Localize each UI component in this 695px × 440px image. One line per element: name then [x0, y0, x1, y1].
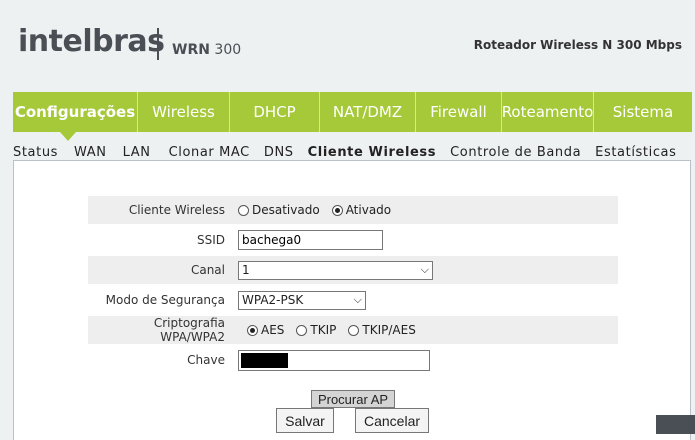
nav-dhcp[interactable]: DHCP	[230, 92, 320, 132]
radio-aes[interactable]: AES	[247, 323, 284, 337]
nav-wireless[interactable]: Wireless	[138, 92, 230, 132]
chevron-down-icon: ⌵	[353, 293, 362, 306]
row-criptografia: Criptografia WPA/WPA2 AES TKIP TKIP/AES	[88, 316, 618, 344]
ssid-input[interactable]	[238, 230, 383, 250]
procurar-ap-button[interactable]: Procurar AP	[311, 390, 395, 408]
radio-tkip-aes[interactable]: TKIP/AES	[348, 323, 416, 337]
subnav-lan[interactable]: LAN	[123, 145, 151, 161]
main-nav: Configurações Wireless DHCP NAT/DMZ Fire…	[13, 92, 692, 132]
radio-off-icon	[296, 324, 308, 336]
modo-seguranca-value: WPA2-PSK	[242, 293, 304, 307]
product-tagline: Roteador Wireless N 300 Mbps	[473, 38, 682, 52]
model-prefix: WRN	[172, 42, 210, 58]
modo-seguranca-select[interactable]: WPA2-PSK ⌵	[238, 290, 366, 310]
sub-nav: Status WAN LAN Clonar MAC DNS Cliente Wi…	[13, 145, 677, 161]
logo-divider	[157, 28, 159, 60]
chevron-down-icon: ⌵	[420, 263, 429, 276]
nav-sistema[interactable]: Sistema	[594, 92, 692, 132]
row-canal: Canal 1 ⌵	[88, 256, 618, 284]
radio-ativado[interactable]: Ativado	[331, 203, 392, 217]
header: intelbras WRN 300 Roteador Wireless N 30…	[0, 0, 695, 90]
nav-nat-dmz[interactable]: NAT/DMZ	[320, 92, 416, 132]
nav-configuracoes[interactable]: Configurações	[13, 92, 138, 132]
row-chave: Chave	[88, 346, 618, 374]
radio-on-icon	[247, 324, 258, 336]
criptografia-label: Criptografia WPA/WPA2	[153, 316, 225, 344]
radio-off-icon	[348, 324, 360, 336]
model-name: WRN 300	[172, 42, 241, 58]
subnav-cliente-wireless[interactable]: Cliente Wireless	[308, 145, 436, 161]
chave-label: Chave	[187, 353, 225, 367]
radio-desativado[interactable]: Desativado	[238, 203, 320, 217]
canal-select[interactable]: 1 ⌵	[238, 260, 433, 280]
row-modo-seguranca: Modo de Segurança WPA2-PSK ⌵	[88, 286, 618, 314]
subnav-wan[interactable]: WAN	[74, 145, 107, 161]
radio-tkip[interactable]: TKIP	[296, 323, 336, 337]
model-number: 300	[214, 42, 242, 58]
row-ssid: SSID	[88, 226, 618, 254]
salvar-button[interactable]: Salvar	[276, 408, 334, 433]
canal-label: Canal	[190, 263, 225, 277]
canal-value: 1	[242, 263, 250, 277]
corner-block	[656, 415, 695, 434]
radio-tkip-aes-label: TKIP/AES	[362, 323, 416, 337]
active-nav-indicator	[60, 132, 76, 141]
nav-roteamento[interactable]: Roteamento	[502, 92, 594, 132]
radio-off-icon	[238, 204, 249, 216]
cancelar-button[interactable]: Cancelar	[355, 408, 429, 433]
chave-input[interactable]	[238, 349, 430, 371]
row-cliente-wireless: Cliente Wireless Desativado Ativado	[88, 196, 618, 224]
subnav-dns[interactable]: DNS	[264, 145, 294, 161]
modo-seguranca-label: Modo de Segurança	[105, 293, 225, 307]
radio-tkip-label: TKIP	[310, 323, 337, 337]
radio-on-icon	[331, 204, 343, 216]
radio-aes-label: AES	[261, 323, 285, 337]
radio-desativado-label: Desativado	[252, 203, 320, 217]
subnav-controle-de-banda[interactable]: Controle de Banda	[450, 145, 581, 161]
subnav-estatisticas[interactable]: Estatísticas	[595, 145, 676, 161]
redacted-key-block	[241, 352, 288, 368]
ssid-label: SSID	[196, 233, 225, 247]
radio-ativado-label: Ativado	[345, 203, 392, 217]
brand-logo: intelbras	[18, 24, 165, 59]
cliente-wireless-label: Cliente Wireless	[128, 203, 225, 217]
subnav-clonar-mac[interactable]: Clonar MAC	[169, 145, 250, 161]
nav-firewall[interactable]: Firewall	[416, 92, 502, 132]
subnav-status[interactable]: Status	[13, 145, 58, 161]
